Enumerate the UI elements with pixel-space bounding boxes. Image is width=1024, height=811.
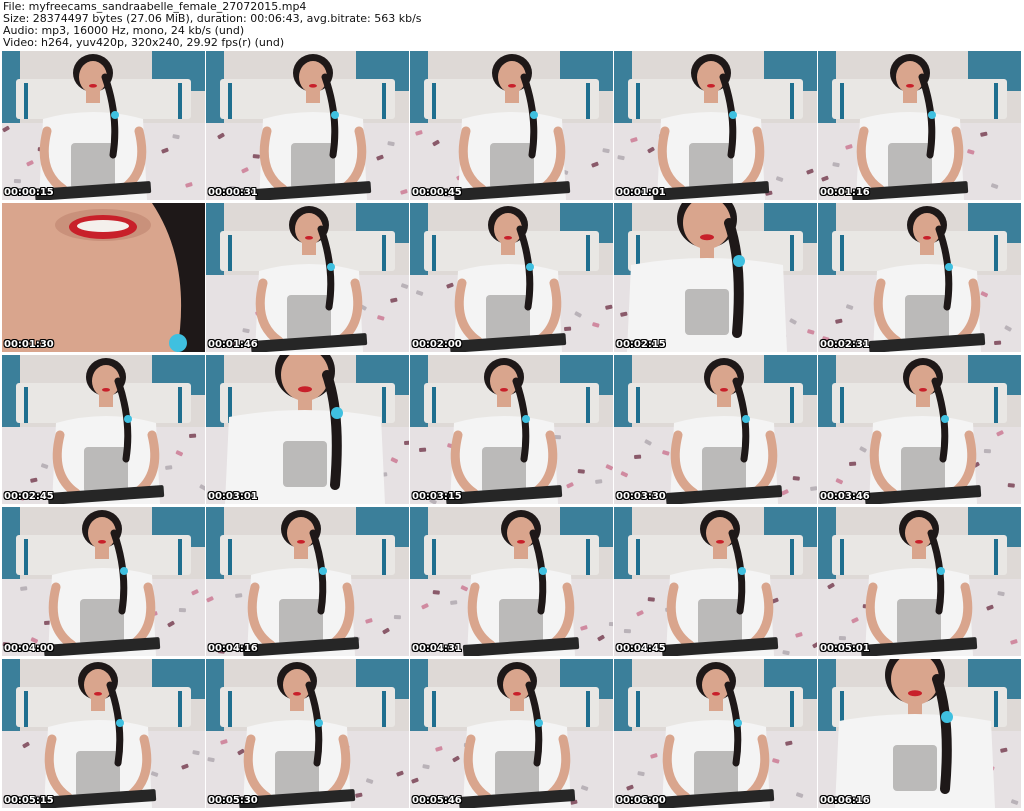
video-thumbnail: 00:05:30: [206, 659, 409, 808]
video-thumbnail: 00:06:16: [818, 659, 1021, 808]
video-thumbnail: 00:02:15: [614, 203, 817, 352]
thumbnail-frame-image: [206, 355, 409, 504]
thumbnail-timestamp: 00:01:16: [820, 187, 870, 198]
thumbnail-timestamp: 00:05:01: [820, 643, 870, 654]
thumbnail-timestamp: 00:03:30: [616, 491, 666, 502]
thumbnail-timestamp: 00:01:30: [4, 339, 54, 350]
thumbnail-frame-image: [614, 659, 817, 808]
thumbnail-frame-image: [410, 355, 613, 504]
thumbnail-frame-image: [206, 51, 409, 200]
video-thumbnail: 00:03:15: [410, 355, 613, 504]
video-thumbnail: 00:03:30: [614, 355, 817, 504]
thumbnail-timestamp: 00:03:46: [820, 491, 870, 502]
thumbnail-frame-image: [410, 659, 613, 808]
thumbnail-frame-image: [206, 507, 409, 656]
audio-info-line: Audio: mp3, 16000 Hz, mono, 24 kb/s (und…: [3, 25, 245, 37]
thumbnail-timestamp: 00:04:45: [616, 643, 666, 654]
video-thumbnail: 00:06:00: [614, 659, 817, 808]
thumbnail-frame-image: [614, 507, 817, 656]
thumbnail-timestamp: 00:00:31: [208, 187, 258, 198]
video-thumbnail: 00:01:16: [818, 51, 1021, 200]
thumbnail-frame-image: [614, 51, 817, 200]
video-thumbnail: 00:05:15: [2, 659, 205, 808]
video-thumbnail: 00:02:45: [2, 355, 205, 504]
thumbnail-timestamp: 00:02:31: [820, 339, 870, 350]
thumbnail-frame-image: [614, 355, 817, 504]
video-thumbnail: 00:01:30: [2, 203, 205, 352]
video-thumbnail: 00:04:31: [410, 507, 613, 656]
thumbnail-frame-image: [818, 51, 1021, 200]
thumbnail-frame-image: [818, 203, 1021, 352]
thumbnail-frame-image: [410, 507, 613, 656]
thumbnail-frame-image: [614, 203, 817, 352]
file-name-line: File: myfreecams_sandraabelle_female_270…: [3, 1, 307, 13]
video-info-line: Video: h264, yuv420p, 320x240, 29.92 fps…: [3, 37, 285, 49]
video-thumbnail: 00:04:45: [614, 507, 817, 656]
video-thumbnail: 00:00:15: [2, 51, 205, 200]
thumbnail-timestamp: 00:00:15: [4, 187, 54, 198]
thumbnail-timestamp: 00:02:45: [4, 491, 54, 502]
video-thumbnail: 00:05:01: [818, 507, 1021, 656]
thumbnail-frame-image: [410, 203, 613, 352]
thumbnail-frame-image: [2, 507, 205, 656]
thumbnail-frame-image: [2, 203, 205, 352]
thumbnail-timestamp: 00:03:01: [208, 491, 258, 502]
video-thumbnail: 00:04:00: [2, 507, 205, 656]
video-thumbnail: 00:01:46: [206, 203, 409, 352]
thumbnail-timestamp: 00:05:30: [208, 795, 258, 806]
thumbnail-frame-image: [206, 203, 409, 352]
thumbnail-timestamp: 00:05:15: [4, 795, 54, 806]
video-thumbnail: 00:01:01: [614, 51, 817, 200]
file-size-line: Size: 28374497 bytes (27.06 MiB), durati…: [3, 13, 422, 25]
video-thumbnail: 00:03:46: [818, 355, 1021, 504]
thumbnail-timestamp: 00:01:01: [616, 187, 666, 198]
thumbnail-frame-image: [818, 659, 1021, 808]
thumbnail-timestamp: 00:06:00: [616, 795, 666, 806]
thumbnail-frame-image: [818, 355, 1021, 504]
video-thumbnail: 00:04:16: [206, 507, 409, 656]
thumbnail-timestamp: 00:03:15: [412, 491, 462, 502]
file-info-header: File: myfreecams_sandraabelle_female_270…: [3, 1, 1021, 49]
thumbnail-frame-image: [818, 507, 1021, 656]
video-thumbnail: 00:00:31: [206, 51, 409, 200]
thumbnail-grid: 00:00:15 00:00:31 00:00:45 00:01:01 00:01:16…: [2, 51, 1022, 809]
thumbnail-timestamp: 00:04:00: [4, 643, 54, 654]
thumbnail-timestamp: 00:01:46: [208, 339, 258, 350]
thumbnail-frame-image: [2, 51, 205, 200]
video-thumbnail: 00:03:01: [206, 355, 409, 504]
thumbnail-timestamp: 00:05:46: [412, 795, 462, 806]
thumbnail-timestamp: 00:04:16: [208, 643, 258, 654]
thumbnail-timestamp: 00:04:31: [412, 643, 462, 654]
thumbnail-frame-image: [2, 355, 205, 504]
thumbnail-frame-image: [206, 659, 409, 808]
thumbnail-timestamp: 00:02:00: [412, 339, 462, 350]
thumbnail-frame-image: [410, 51, 613, 200]
video-thumbnail: 00:00:45: [410, 51, 613, 200]
video-thumbnail: 00:02:00: [410, 203, 613, 352]
thumbnail-timestamp: 00:02:15: [616, 339, 666, 350]
video-thumbnail: 00:02:31: [818, 203, 1021, 352]
video-thumbnail: 00:05:46: [410, 659, 613, 808]
thumbnail-frame-image: [2, 659, 205, 808]
thumbnail-timestamp: 00:00:45: [412, 187, 462, 198]
thumbnail-timestamp: 00:06:16: [820, 795, 870, 806]
